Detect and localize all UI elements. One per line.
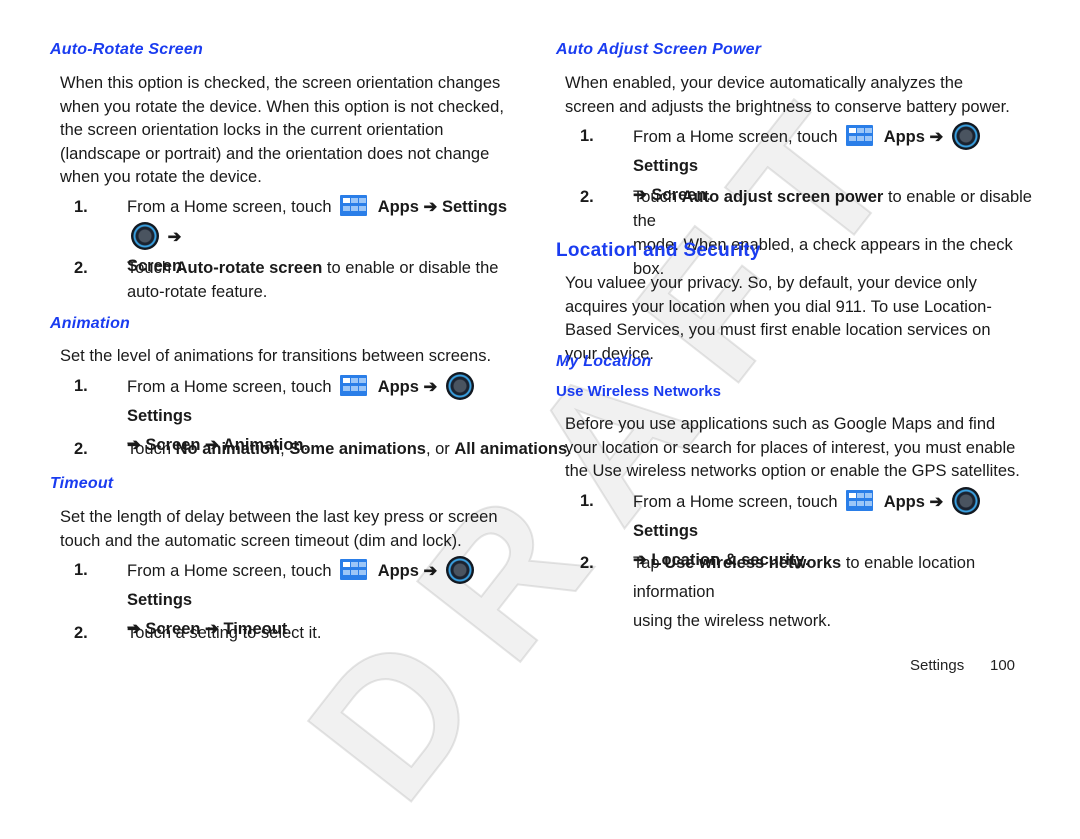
step-number: 2. <box>580 188 594 206</box>
auto-adjust-description: When enabled, your device automatically … <box>565 74 1010 116</box>
settings-knob-icon <box>445 372 474 400</box>
footer-section-name: Settings <box>910 657 965 674</box>
location-security-description: You valuee your privacy. So, by default,… <box>565 274 992 363</box>
animation-step-1: 1. From a Home screen, touch Apps ➔ Sett… <box>74 372 524 454</box>
step-text: From a Home screen, touch <box>127 562 332 580</box>
option-name: No animation <box>175 440 281 458</box>
arrow: ➔ <box>167 228 182 246</box>
section-heading-location-security: Location and Security <box>556 240 761 261</box>
step-text: Touch <box>127 440 172 458</box>
apps-label: Apps ➔ <box>883 493 944 511</box>
step-number: 2. <box>74 624 88 642</box>
step-number: 2. <box>74 440 88 458</box>
separator: , or <box>425 440 450 458</box>
step-text: From a Home screen, touch <box>127 378 332 396</box>
settings-knob-icon <box>445 556 474 584</box>
step-number: 2. <box>580 554 594 572</box>
arrow: ➔ <box>423 198 438 216</box>
footer-page-number: 100 <box>990 657 1016 674</box>
step-number: 1. <box>74 198 88 216</box>
auto-rotate-step-1: 1. From a Home screen, touch Apps ➔ Sett… <box>74 193 524 275</box>
step-number: 1. <box>580 492 594 510</box>
step-number: 1. <box>580 127 594 145</box>
step-text: Touch <box>633 188 678 206</box>
apps-grid-icon <box>340 375 368 396</box>
separator: , <box>280 440 285 458</box>
step-text: Touch <box>127 259 172 277</box>
settings-label: Settings <box>441 198 508 216</box>
option-name: Auto-rotate screen <box>175 259 323 277</box>
step-number: 2. <box>74 259 88 277</box>
animation-description: Set the level of animations for transiti… <box>60 347 492 365</box>
subsection-title-use-wireless: Use Wireless Networks <box>556 383 721 400</box>
apps-label: Apps <box>377 198 419 216</box>
auto-adjust-step-1: 1. From a Home screen, touch Apps ➔ Sett… <box>580 122 1030 204</box>
step-number: 1. <box>74 561 88 579</box>
section-title-timeout: Timeout <box>50 475 114 492</box>
apps-grid-icon <box>340 559 368 580</box>
settings-label: Settings <box>127 407 193 425</box>
step-number: 1. <box>74 377 88 395</box>
settings-label: Settings <box>127 591 193 609</box>
section-title-auto-rotate: Auto-Rotate Screen <box>50 41 203 58</box>
settings-label: Settings <box>633 522 699 540</box>
timeout-step-1: 1. From a Home screen, touch Apps ➔ Sett… <box>74 556 524 638</box>
apps-label: Apps ➔ <box>883 128 944 146</box>
option-name: Auto adjust screen power <box>681 188 884 206</box>
my-location-description: Before you use applications such as Goog… <box>565 415 1020 480</box>
option-name: Use wireless networks <box>664 554 842 572</box>
step-text: From a Home screen, touch <box>127 198 332 216</box>
option-name: All animations <box>454 440 568 458</box>
timeout-description: Set the length of delay between the last… <box>60 508 498 550</box>
option-name: Some animations <box>289 440 426 458</box>
apps-label: Apps ➔ <box>377 562 438 580</box>
section-title-auto-adjust: Auto Adjust Screen Power <box>556 41 762 58</box>
apps-label: Apps ➔ <box>377 378 438 396</box>
auto-rotate-description: When this option is checked, the screen … <box>60 74 504 186</box>
step-text: Touch a setting to select it. <box>127 624 322 642</box>
apps-grid-icon <box>340 195 368 216</box>
step-text: From a Home screen, touch <box>633 493 838 511</box>
section-title-animation: Animation <box>50 315 131 332</box>
my-location-step-1: 1. From a Home screen, touch Apps ➔ Sett… <box>580 487 1030 569</box>
settings-knob-icon <box>951 122 980 150</box>
apps-grid-icon <box>846 490 874 511</box>
section-title-my-location: My Location <box>556 353 652 370</box>
apps-grid-icon <box>846 125 874 146</box>
step-text: From a Home screen, touch <box>633 128 838 146</box>
settings-knob-icon <box>131 222 159 250</box>
settings-label: Settings <box>633 157 699 175</box>
step-text: Tap <box>633 554 660 572</box>
step-text: using the wireless network. <box>633 612 832 630</box>
settings-knob-icon <box>951 487 980 515</box>
